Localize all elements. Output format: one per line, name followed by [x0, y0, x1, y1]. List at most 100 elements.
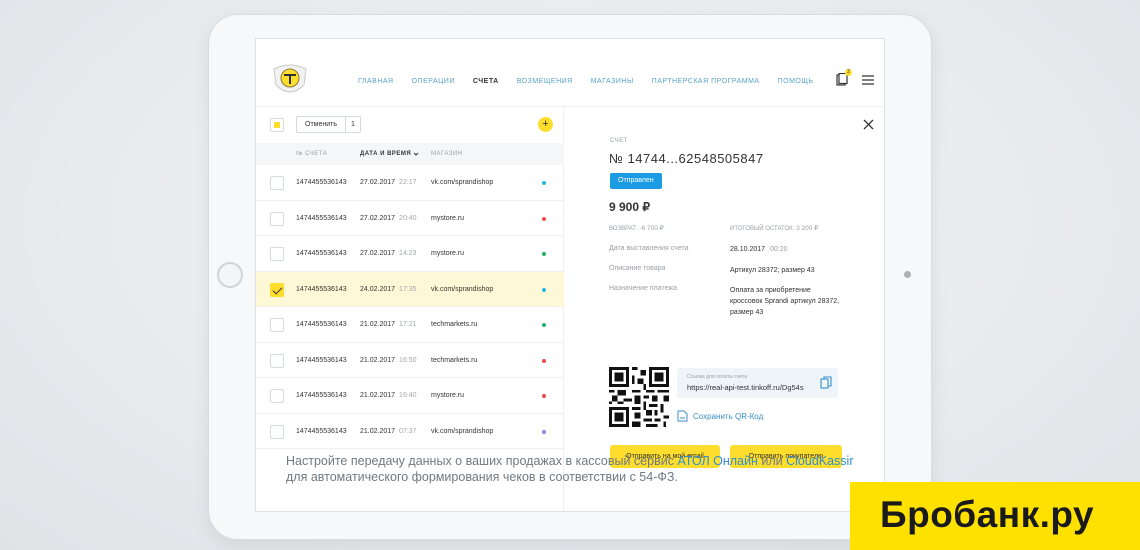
- balance-value: 3 200 ₽: [796, 225, 819, 232]
- row-date: 27.02.2017 14:23: [360, 250, 417, 257]
- nav-item-operations[interactable]: Операции: [412, 78, 455, 85]
- row-status-dot: [542, 358, 546, 363]
- row-checkbox[interactable]: [270, 247, 284, 261]
- nav-item-partner-program[interactable]: Партнерская программа: [652, 78, 760, 85]
- header-icons: 2: [836, 69, 874, 86]
- table-row[interactable]: 1474455536143 24.02.2017 17:35 vk.com/spran…: [256, 271, 564, 307]
- balance-label: итоговый остаток:: [730, 226, 795, 232]
- caption-part-3: для автоматического формирования чеков в…: [286, 470, 678, 484]
- table-row[interactable]: 1474455536143 21.02.2017 16:50 techmarkets.…: [256, 343, 564, 378]
- row-invoice-number: 1474455536143: [296, 250, 347, 257]
- nav-item-refunds[interactable]: Возмещения: [517, 78, 573, 85]
- row-shop: mystore.ru: [431, 214, 465, 222]
- documents-icon[interactable]: 2: [836, 69, 852, 86]
- list-toolbar: Отменить 1 +: [256, 107, 564, 143]
- row-invoice-number: 1474455536143: [296, 214, 347, 222]
- table-row[interactable]: 1474455536143 27.02.2017 14:23 mystore.ru: [256, 236, 564, 272]
- row-time: 17:21: [399, 321, 417, 328]
- row-checkbox[interactable]: [270, 353, 284, 368]
- row-time: 16:50: [399, 356, 417, 364]
- row-checkbox[interactable]: [270, 176, 284, 190]
- promo-caption: Настройте передачу данных о ваших продаж…: [286, 453, 866, 485]
- column-header-date[interactable]: Дата и время: [360, 151, 411, 157]
- description-value: Артикул 28372; размер 43: [730, 267, 815, 274]
- row-checkbox[interactable]: [270, 389, 284, 403]
- row-date-value: 21.02.2017: [360, 356, 396, 364]
- row-date-value: 24.02.2017: [360, 285, 396, 293]
- row-shop: mystore.ru: [431, 392, 465, 399]
- app-header: Главная Операции Счета Возмещения Магази…: [256, 39, 884, 107]
- qr-code-icon: [609, 367, 669, 427]
- nav-item-shops[interactable]: Магазины: [591, 78, 634, 85]
- row-checkbox[interactable]: [270, 211, 284, 226]
- row-time: 20:40: [399, 214, 417, 222]
- add-invoice-button[interactable]: +: [538, 117, 553, 132]
- row-invoice-number: 1474455536143: [296, 392, 347, 399]
- brand-watermark: Бробанк.ру: [850, 482, 1140, 550]
- row-status-dot: [542, 287, 546, 292]
- payment-link-field[interactable]: Ссылка для оплаты счета https://real-api…: [677, 368, 838, 398]
- table-row[interactable]: 1474455536143 27.02.2017 20:40 mystore.ru: [256, 201, 564, 236]
- bank-logo-icon[interactable]: [270, 63, 310, 97]
- select-all-checkbox[interactable]: [270, 118, 284, 132]
- nav-item-invoices[interactable]: Счета: [473, 78, 499, 85]
- row-date-value: 21.02.2017: [360, 427, 396, 435]
- purpose-label: Назначение платежа: [609, 285, 677, 292]
- payment-link-caption: Ссылка для оплаты счета: [687, 374, 748, 380]
- copy-icon[interactable]: [820, 376, 832, 390]
- row-invoice-number: 1474455536143: [296, 285, 347, 293]
- nav-item-help[interactable]: Помощь: [778, 78, 814, 85]
- row-date-value: 21.02.2017: [360, 321, 396, 328]
- row-checkbox[interactable]: [270, 318, 284, 332]
- row-date: 24.02.2017 17:35: [360, 286, 417, 293]
- row-status-dot: [542, 394, 546, 398]
- row-invoice-number: 1474455536143: [296, 427, 347, 435]
- status-badge: Отправлен: [610, 173, 662, 189]
- table-row[interactable]: 1474455536143 21.02.2017 17:21 techmarkets.…: [256, 307, 564, 343]
- column-header-shop[interactable]: Магазин: [431, 151, 463, 157]
- atol-link[interactable]: АТОЛ Онлайн: [677, 454, 757, 468]
- description-label: Описание товара: [609, 265, 666, 272]
- brand-watermark-text: Бробанк.ру: [880, 494, 1095, 535]
- selected-count: 1: [345, 117, 360, 132]
- row-shop: vk.com/sprandishop: [431, 285, 494, 293]
- row-checkbox[interactable]: [270, 424, 284, 439]
- notification-badge: 2: [845, 69, 852, 76]
- row-invoice-number: 1474455536143: [296, 356, 347, 364]
- cloudkassir-link[interactable]: CloudKassir: [786, 454, 853, 468]
- date-label: Дата выставления счета: [609, 245, 689, 252]
- sort-arrow-icon: [413, 152, 419, 156]
- refund-label: возврат:: [609, 226, 638, 232]
- row-date: 21.02.2017 07:37: [360, 428, 417, 435]
- caption-part-1: Настройте передачу данных о ваших продаж…: [286, 454, 678, 468]
- invoice-list-panel: Отменить 1 + № счета Дата и время Магази…: [256, 107, 564, 511]
- table-header: № счета Дата и время Магазин: [256, 143, 564, 165]
- download-icon: [677, 410, 688, 422]
- row-date: 21.02.2017 17:21: [360, 321, 417, 328]
- date-value-date: 28.10.2017: [730, 246, 766, 253]
- payment-link-url[interactable]: https://real-api-test.tinkoff.ru/Dg54s: [687, 383, 804, 392]
- close-icon[interactable]: [863, 119, 874, 130]
- invoice-amount: 9 900 ₽: [609, 200, 650, 214]
- save-qr-link[interactable]: Сохранить QR-Код: [677, 410, 763, 422]
- purpose-value: Оплата за приобретение кроссовок Sprandi…: [730, 287, 840, 316]
- date-value: 28.10.2017 00:20: [730, 244, 788, 255]
- menu-icon[interactable]: [862, 74, 874, 85]
- row-time: 16:40: [399, 392, 417, 399]
- caption-part-2: или: [757, 454, 787, 468]
- column-header-number[interactable]: № счета: [296, 151, 327, 157]
- row-date-value: 27.02.2017: [360, 179, 396, 186]
- row-date: 27.02.2017 22:17: [360, 179, 417, 186]
- row-shop: vk.com/sprandishop: [431, 427, 494, 435]
- table-row[interactable]: 1474455536143 27.02.2017 22:17 vk.com/spran…: [256, 165, 564, 201]
- nav-item-main[interactable]: Главная: [358, 78, 394, 85]
- app-screen: Главная Операции Счета Возмещения Магази…: [255, 38, 885, 512]
- table-row[interactable]: 1474455536143 21.02.2017 16:40 mystore.ru: [256, 378, 564, 414]
- cancel-button[interactable]: Отменить 1: [296, 116, 361, 133]
- row-invoice-number: 1474455536143: [296, 321, 347, 328]
- row-checkbox[interactable]: [270, 282, 284, 297]
- row-time: 07:37: [399, 427, 417, 435]
- invoice-rows: 1474455536143 27.02.2017 22:17 vk.com/spran…: [256, 165, 564, 449]
- refund-info: возврат: -6 700 ₽: [609, 223, 664, 235]
- table-row[interactable]: 1474455536143 21.02.2017 07:37 vk.com/spran…: [256, 414, 564, 449]
